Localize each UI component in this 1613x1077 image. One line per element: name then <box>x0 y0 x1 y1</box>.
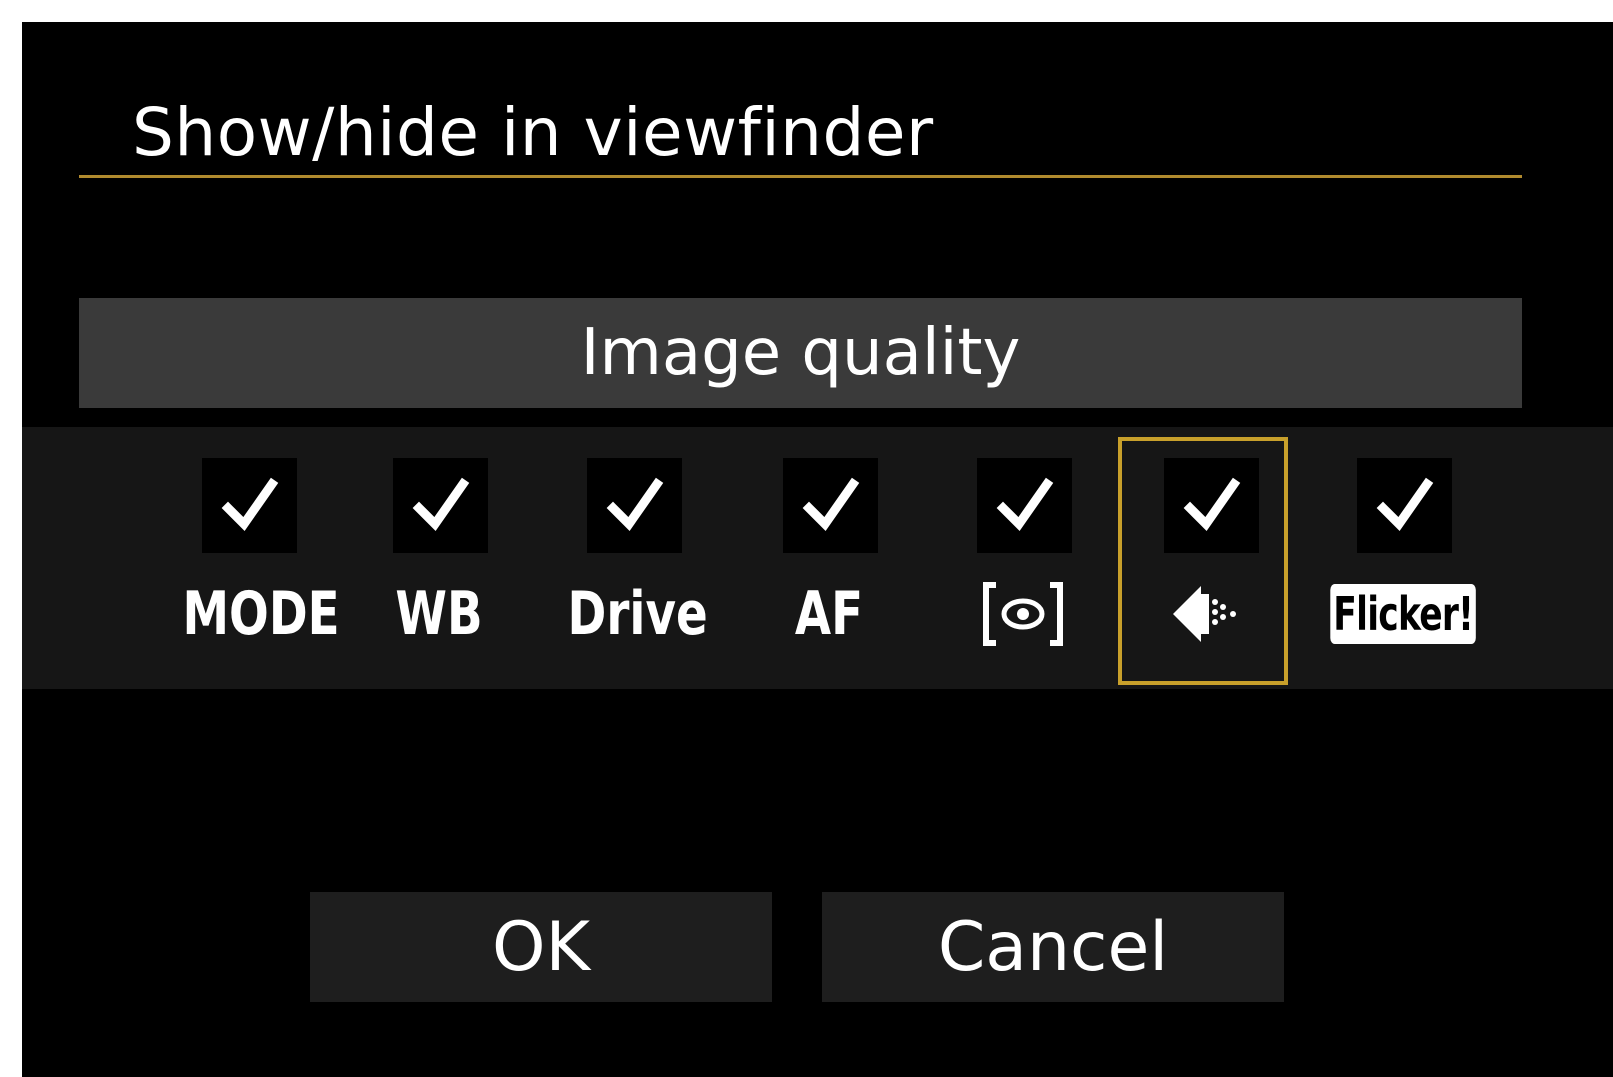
item-flicker[interactable]: Flicker! <box>1319 427 1487 689</box>
checkbox-wb[interactable] <box>393 458 488 553</box>
checkmark-icon <box>802 477 859 531</box>
item-label-wb: WB <box>395 579 483 649</box>
checkmark-icon <box>412 477 469 531</box>
camera-menu-screen: Show/hide in viewfinder Image quality MO… <box>22 22 1613 1077</box>
item-mode[interactable]: MODE <box>164 427 340 689</box>
flicker-icon: Flicker! <box>1319 579 1487 649</box>
item-metering[interactable] <box>939 427 1107 689</box>
image-quality-icon <box>1118 579 1296 649</box>
checkmark-icon <box>996 477 1053 531</box>
checkmark-icon <box>1183 477 1240 531</box>
checkbox-drive[interactable] <box>587 458 682 553</box>
ok-button[interactable]: OK <box>310 892 772 1002</box>
checkbox-metering[interactable] <box>977 458 1072 553</box>
item-wb[interactable]: WB <box>355 427 523 689</box>
checkmark-icon <box>606 477 663 531</box>
checkbox-mode[interactable] <box>202 458 297 553</box>
checkbox-flicker[interactable] <box>1357 458 1452 553</box>
selected-item-name: Image quality <box>580 316 1021 390</box>
item-label-drive: Drive <box>567 579 708 649</box>
checkbox-af[interactable] <box>783 458 878 553</box>
flicker-badge: Flicker! <box>1330 584 1476 644</box>
checkmark-icon <box>1376 477 1433 531</box>
item-image-quality[interactable] <box>1118 427 1296 689</box>
item-drive[interactable]: Drive <box>549 427 717 689</box>
page-title: Show/hide in viewfinder <box>132 94 934 171</box>
metering-icon <box>939 579 1107 649</box>
cancel-button[interactable]: Cancel <box>822 892 1284 1002</box>
viewfinder-items-strip: MODE WB Drive AF Flicker! <box>22 427 1613 689</box>
selected-item-label-bar: Image quality <box>79 298 1522 408</box>
item-af[interactable]: AF <box>745 427 913 689</box>
checkmark-icon <box>221 477 278 531</box>
checkbox-image-quality[interactable] <box>1164 458 1259 553</box>
title-divider <box>79 175 1522 178</box>
item-label-mode: MODE <box>182 579 340 649</box>
item-label-af: AF <box>794 579 864 649</box>
